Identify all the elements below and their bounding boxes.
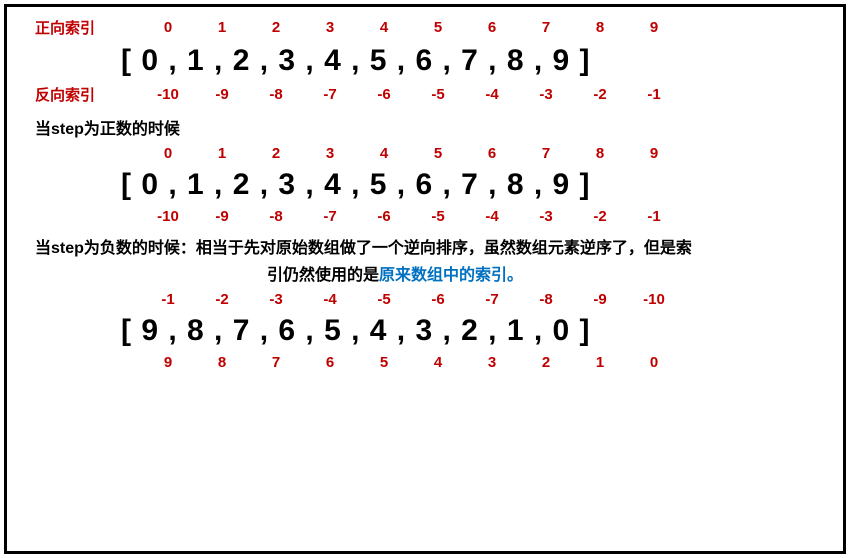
pos-forward-index-row: 0 1 2 3 4 5 6 7 8 9 [35,145,815,162]
highlighted-text: 原来数组中的索引。 [379,267,523,284]
neg-bottom-index-row: 9 8 7 6 5 4 3 2 1 0 [35,354,815,371]
neg-bottom-values: 9 8 7 6 5 4 3 2 1 0 [121,354,815,371]
step-positive-heading: 当step为正数的时候 [35,115,815,139]
pos-reverse-index-row: -10 -9 -8 -7 -6 -5 -4 -3 -2 -1 [35,208,815,225]
pos-forward-values: 0 1 2 3 4 5 6 7 8 9 [121,145,815,162]
section-step-negative: -1 -2 -3 -4 -5 -6 -7 -8 -9 -10 [ 9 , 8 ,… [35,291,815,371]
section-basic-index: 正向索引 0 1 2 3 4 5 6 7 8 9 [ 0 , 1 , 2 , 3… [35,17,815,105]
reverse-index-label: 反向索引 [35,84,121,105]
diagram-container: 正向索引 0 1 2 3 4 5 6 7 8 9 [ 0 , 1 , 2 , 3… [4,4,846,554]
reverse-index-row: 反向索引 -10 -9 -8 -7 -6 -5 -4 -3 -2 -1 [35,84,815,105]
neg-top-index-row: -1 -2 -3 -4 -5 -6 -7 -8 -9 -10 [35,291,815,308]
pos-reverse-values: -10 -9 -8 -7 -6 -5 -4 -3 -2 -1 [121,208,815,225]
array-display-3: [ 9 , 8 , 7 , 6 , 5 , 4 , 3 , 2 , 1 , 0 … [35,314,815,348]
array-display-2: [ 0 , 1 , 2 , 3 , 4 , 5 , 6 , 7 , 8 , 9 … [35,168,815,202]
reverse-index-values: -10 -9 -8 -7 -6 -5 -4 -3 -2 -1 [121,86,815,103]
forward-index-label: 正向索引 [35,17,121,38]
neg-top-values: -1 -2 -3 -4 -5 -6 -7 -8 -9 -10 [121,291,815,308]
forward-index-values: 0 1 2 3 4 5 6 7 8 9 [121,19,815,36]
array-display-1: [ 0 , 1 , 2 , 3 , 4 , 5 , 6 , 7 , 8 , 9 … [35,44,815,78]
section-step-positive: 0 1 2 3 4 5 6 7 8 9 [ 0 , 1 , 2 , 3 , 4 … [35,145,815,225]
forward-index-row: 正向索引 0 1 2 3 4 5 6 7 8 9 [35,17,815,38]
step-negative-heading: 当step为负数的时候：相当于先对原始数组做了一个逆向排序，虽然数组元素逆序了，… [35,235,815,289]
